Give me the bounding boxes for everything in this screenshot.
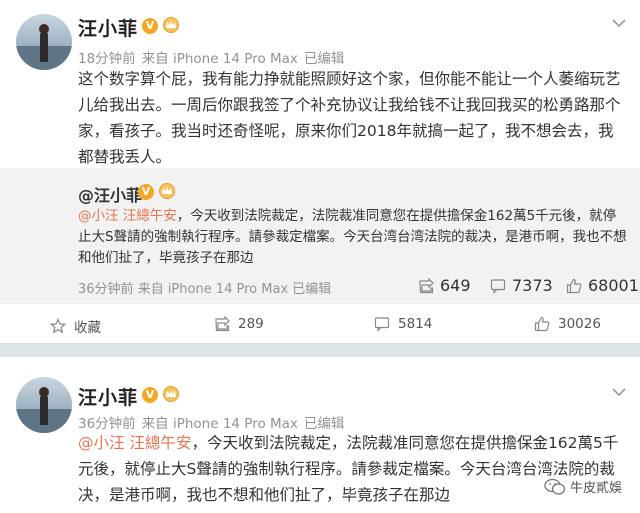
like-count-value: 68001 — [588, 276, 639, 295]
repost-button[interactable]: 289 — [214, 316, 264, 332]
repost-count: 289 — [238, 316, 264, 332]
share-icon — [215, 316, 230, 332]
comment-icon — [374, 317, 390, 332]
favorite-button[interactable]: 收藏 — [50, 316, 101, 336]
chevron-down-icon[interactable] — [612, 387, 626, 397]
feed-divider — [0, 343, 640, 357]
watermark-text: 牛皮貳娛 — [569, 481, 622, 496]
favorite-label: 收藏 — [74, 320, 101, 336]
post-meta: 18分钟前 来自 iPhone 14 Pro Max 已编辑 — [78, 47, 350, 67]
verified-badge-icon: V — [138, 184, 154, 200]
crown-icon — [159, 183, 175, 199]
repost-repost-count[interactable]: 649 — [418, 276, 471, 295]
comment-icon — [490, 278, 506, 294]
author-name[interactable]: 汪小菲 — [78, 14, 138, 41]
repost-source: 来自 iPhone 14 Pro Max — [137, 282, 289, 297]
repost-author-row: @汪小菲 — [78, 182, 142, 206]
verified-badge-icon: V — [142, 18, 158, 34]
repost-author-name[interactable]: @汪小菲 — [78, 186, 142, 205]
watermark: 牛皮貳娛 — [544, 477, 622, 496]
repost-like-count[interactable]: 68001 — [566, 276, 639, 295]
repost-meta: 36分钟前 来自 iPhone 14 Pro Max 已编辑 — [78, 278, 331, 297]
comment-count: 5814 — [398, 316, 433, 332]
comment-count-value: 7373 — [512, 276, 553, 295]
post-source: 来自 iPhone 14 Pro Max — [141, 51, 298, 67]
thumbs-up-icon — [534, 316, 550, 332]
crown-icon — [163, 17, 179, 33]
wechat-icon — [544, 478, 566, 495]
avatar[interactable] — [16, 14, 72, 70]
like-count: 30026 — [558, 316, 601, 332]
repost-text: @小汪 汪總午安，今天收到法院裁定，法院裁准同意您在提供擔保金162萬5千元後，… — [78, 206, 628, 269]
share-icon — [419, 277, 434, 293]
post-meta: 36分钟前 来自 iPhone 14 Pro Max 已编辑 — [78, 412, 350, 432]
author-name[interactable]: 汪小菲 — [78, 383, 138, 410]
thumbs-up-icon — [566, 278, 582, 293]
repost-count-value: 649 — [440, 276, 471, 295]
post-text: @小汪 汪總午安，今天收到法院裁定，法院裁准同意您在提供擔保金162萬5千元後，… — [78, 430, 626, 508]
post-text: 这个数字算个屁，我有能力挣就能照顾好这个家，但你能不能让一个人萎缩玩艺儿给我出去… — [78, 70, 621, 166]
repost-block[interactable]: @汪小菲 V @小汪 汪總午安，今天收到法院裁定，法院裁准同意您在提供擔保金16… — [0, 168, 640, 303]
mention-link[interactable]: @小汪 汪總午安 — [78, 208, 177, 224]
mention-link[interactable]: @小汪 汪總午安 — [78, 434, 191, 452]
post-action-bar: 收藏 289 5814 30026 — [0, 303, 640, 343]
repost-comment-count[interactable]: 7373 — [490, 276, 553, 295]
weibo-post-1: 汪小菲 V 18分钟前 来自 iPhone 14 Pro Max 已编辑 这个数字算… — [0, 0, 640, 343]
repost-edited-label[interactable]: 已编辑 — [292, 282, 331, 297]
chevron-down-icon[interactable] — [612, 18, 626, 28]
comment-button[interactable]: 5814 — [374, 316, 432, 332]
like-button[interactable]: 30026 — [534, 316, 601, 332]
avatar[interactable] — [16, 377, 72, 433]
post-time[interactable]: 18分钟前 — [78, 51, 136, 67]
crown-icon — [163, 386, 179, 402]
verified-badge-icon: V — [142, 387, 158, 403]
edited-label[interactable]: 已编辑 — [304, 51, 345, 67]
star-icon — [50, 318, 66, 334]
repost-time[interactable]: 36分钟前 — [78, 282, 134, 297]
